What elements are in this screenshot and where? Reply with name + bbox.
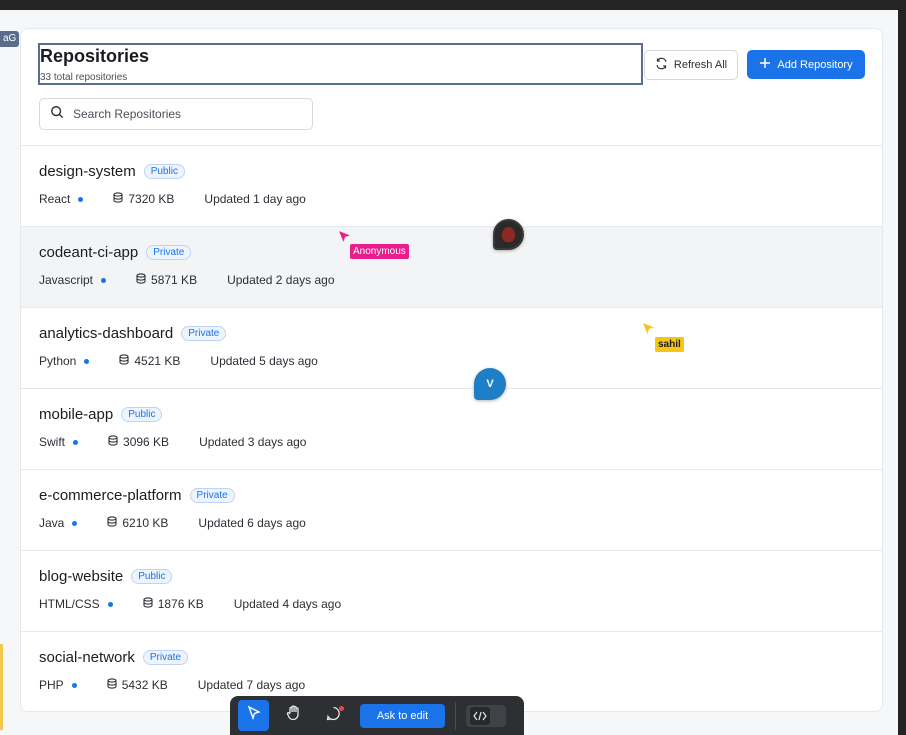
database-icon [108,435,118,449]
hand-icon [285,704,303,727]
search-icon [50,105,64,124]
comment-tool-button[interactable] [318,700,349,731]
repo-row[interactable]: mobile-app Public Swift 3096 KB Updated … [21,388,882,469]
left-user-tag: aG [0,31,20,47]
search-input[interactable] [73,107,293,121]
repo-row[interactable]: design-system Public React 7320 KB Updat… [21,145,882,226]
database-icon [113,192,123,206]
search-box[interactable] [39,98,313,130]
repo-row[interactable]: blog-website Public HTML/CSS 1876 KB Upd… [21,550,882,631]
hand-tool-button[interactable] [278,700,309,731]
repo-row[interactable]: codeant-ci-app Private Javascript 5871 K… [21,226,882,307]
plus-icon [759,57,771,72]
repo-updated: Updated 2 days ago [227,273,335,287]
repo-updated: Updated 6 days ago [198,516,306,530]
language-dot-icon [73,439,79,445]
repo-name[interactable]: analytics-dashboard [39,325,173,342]
add-repository-label: Add Repository [777,58,853,71]
visibility-badge: Private [142,650,188,665]
repo-language: Python [39,354,77,368]
repo-language: HTML/CSS [39,597,100,611]
repository-list: design-system Public React 7320 KB Updat… [21,145,882,711]
database-icon [107,516,117,530]
repo-language: PHP [39,678,64,692]
repo-language: React [39,192,71,206]
anonymous-cursor-label: Anonymous [350,244,409,259]
visibility-badge: Public [131,569,173,584]
repo-size: 5871 KB [151,273,198,287]
refresh-all-button[interactable]: Refresh All [644,50,738,80]
add-repository-button[interactable]: Add Repository [747,50,865,79]
visibility-badge: Public [143,164,185,179]
sahil-cursor-label: sahil [655,337,684,352]
database-icon [136,273,146,287]
collaborator-avatar[interactable] [493,219,524,250]
repo-size: 1876 KB [157,597,204,611]
repo-name[interactable]: e-commerce-platform [39,487,182,504]
repo-name[interactable]: design-system [39,163,136,180]
repo-updated: Updated 4 days ago [233,597,342,611]
refresh-all-label: Refresh All [673,59,728,71]
repo-updated: Updated 7 days ago [197,678,306,692]
repo-language: Swift [39,435,66,449]
avatar-face-icon [502,227,515,242]
repo-name[interactable]: codeant-ci-app [39,244,138,261]
repositories-card: Repositories 33 total repositories Refre… [20,28,883,712]
select-tool-button[interactable] [238,700,269,731]
editor-toolbar: Ask to edit [230,696,524,735]
page-title: Repositories [40,46,150,66]
left-selection-rail [0,644,3,730]
title-selection-box[interactable]: Repositories 33 total repositories [38,43,643,85]
sahil-cursor-icon [642,322,655,340]
repo-count: 33 total repositories [40,72,128,83]
repo-size: 3096 KB [123,435,170,449]
repo-size: 7320 KB [128,192,175,206]
language-dot-icon [107,601,113,607]
repo-language: Java [39,516,65,530]
repo-updated: Updated 1 day ago [204,192,306,206]
visibility-badge: Public [121,407,163,422]
language-dot-icon [84,358,90,364]
repo-size: 5432 KB [121,678,168,692]
repo-name[interactable]: social-network [39,649,135,666]
repo-name[interactable]: mobile-app [39,406,113,423]
refresh-icon [655,57,668,73]
repo-row[interactable]: analytics-dashboard Private Python 4521 … [21,307,882,388]
repo-updated: Updated 5 days ago [210,354,318,368]
database-icon [119,354,129,368]
language-dot-icon [71,682,77,688]
visibility-badge: Private [146,245,192,260]
visibility-badge: Private [189,488,235,503]
language-dot-icon [72,520,78,526]
language-dot-icon [78,196,84,202]
ask-to-edit-button[interactable]: Ask to edit [360,703,445,728]
select-pointer-icon [246,705,262,726]
repo-language: Javascript [39,273,94,287]
code-view-toggle[interactable] [466,704,506,727]
toolbar-divider [455,701,456,730]
database-icon [143,597,153,611]
database-icon [107,678,117,692]
repo-row[interactable]: e-commerce-platform Private Java 6210 KB… [21,469,882,550]
visibility-badge: Private [181,326,227,341]
language-dot-icon [101,277,107,283]
repo-updated: Updated 3 days ago [199,435,307,449]
collaborator-avatar-v[interactable]: V [474,368,506,400]
repo-size: 6210 KB [122,516,169,530]
code-icon [470,706,490,725]
repo-size: 4521 KB [134,354,181,368]
notification-dot-icon [339,706,344,711]
repo-name[interactable]: blog-website [39,568,123,585]
